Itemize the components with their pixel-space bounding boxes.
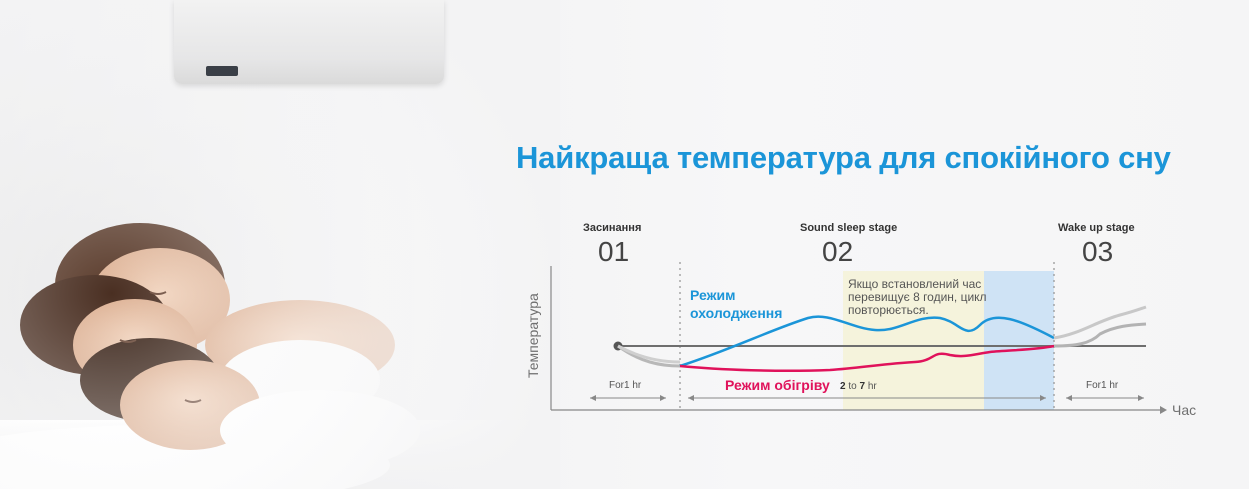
duration-3-label: For1 hr: [1086, 380, 1119, 391]
duration-1-label: For1 hr: [609, 380, 642, 391]
x-axis-label: Час: [1172, 402, 1197, 418]
stage-1-curve-upper: [617, 344, 681, 364]
duration-2-max: 7: [859, 381, 866, 392]
x-axis-arrow-icon: [1160, 406, 1167, 414]
duration-2-min: 2: [840, 381, 846, 392]
repeat-cycle-note: Якщо встановлений час перевищує 8 годин,…: [848, 277, 987, 317]
sleep-temperature-diagram: [550, 262, 1167, 414]
duration-2-unit: hr: [867, 381, 877, 392]
duration-2-label: 2 to 7 hr: [840, 381, 877, 392]
hero-banner: Найкраща температура для спокійного сну …: [0, 0, 1249, 489]
heating-mode-label: Режим обігріву: [725, 377, 830, 393]
cooling-mode-label: Режим охолодження: [690, 287, 783, 321]
duration-2-to: to: [848, 381, 857, 392]
y-axis-label: Температура: [525, 293, 541, 378]
